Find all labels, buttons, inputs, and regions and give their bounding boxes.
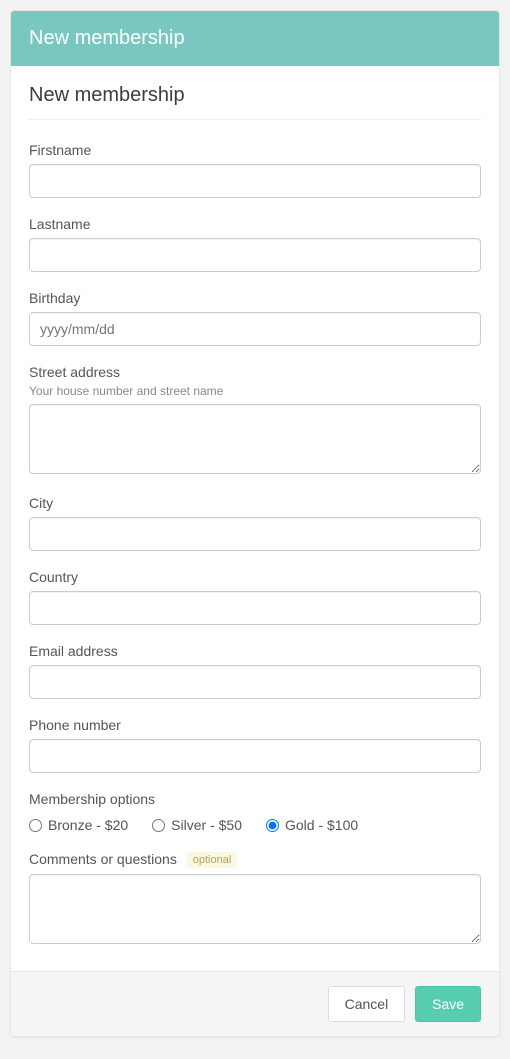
phone-group: Phone number: [29, 717, 481, 773]
panel-title: New membership: [29, 27, 185, 49]
membership-group: Membership options Bronze - $20 Silver -…: [29, 791, 481, 833]
membership-panel: New membership New membership Firstname …: [10, 10, 500, 1037]
phone-input[interactable]: [29, 739, 481, 773]
birthday-label: Birthday: [29, 290, 481, 306]
street-input[interactable]: [29, 404, 481, 474]
cancel-button[interactable]: Cancel: [328, 986, 406, 1022]
country-group: Country: [29, 569, 481, 625]
lastname-input[interactable]: [29, 238, 481, 272]
panel-footer: Cancel Save: [11, 971, 499, 1036]
street-group: Street address Your house number and str…: [29, 364, 481, 477]
membership-option-label: Gold - $100: [285, 817, 358, 833]
comments-label-text: Comments or questions: [29, 851, 177, 867]
comments-group: Comments or questions optional: [29, 851, 481, 947]
membership-radio-gold[interactable]: [266, 819, 279, 832]
birthday-input[interactable]: [29, 312, 481, 346]
street-label: Street address: [29, 364, 481, 380]
country-input[interactable]: [29, 591, 481, 625]
birthday-group: Birthday: [29, 290, 481, 346]
panel-header: New membership: [11, 11, 499, 66]
street-help: Your house number and street name: [29, 384, 481, 398]
form-title: New membership: [29, 84, 481, 120]
save-button[interactable]: Save: [415, 986, 481, 1022]
email-input[interactable]: [29, 665, 481, 699]
firstname-group: Firstname: [29, 142, 481, 198]
optional-badge: optional: [187, 852, 238, 868]
country-label: Country: [29, 569, 481, 585]
membership-radio-bronze[interactable]: [29, 819, 42, 832]
membership-option-label: Silver - $50: [171, 817, 242, 833]
phone-label: Phone number: [29, 717, 481, 733]
lastname-label: Lastname: [29, 216, 481, 232]
email-group: Email address: [29, 643, 481, 699]
firstname-label: Firstname: [29, 142, 481, 158]
membership-label: Membership options: [29, 791, 481, 807]
city-label: City: [29, 495, 481, 511]
membership-radio-silver[interactable]: [152, 819, 165, 832]
city-group: City: [29, 495, 481, 551]
lastname-group: Lastname: [29, 216, 481, 272]
comments-input[interactable]: [29, 874, 481, 944]
city-input[interactable]: [29, 517, 481, 551]
membership-option-gold[interactable]: Gold - $100: [266, 817, 358, 833]
email-label: Email address: [29, 643, 481, 659]
membership-option-bronze[interactable]: Bronze - $20: [29, 817, 128, 833]
membership-radio-group: Bronze - $20 Silver - $50 Gold - $100: [29, 813, 481, 833]
firstname-input[interactable]: [29, 164, 481, 198]
panel-body: New membership Firstname Lastname Birthd…: [11, 66, 499, 971]
membership-option-silver[interactable]: Silver - $50: [152, 817, 242, 833]
membership-option-label: Bronze - $20: [48, 817, 128, 833]
comments-label: Comments or questions optional: [29, 851, 481, 868]
